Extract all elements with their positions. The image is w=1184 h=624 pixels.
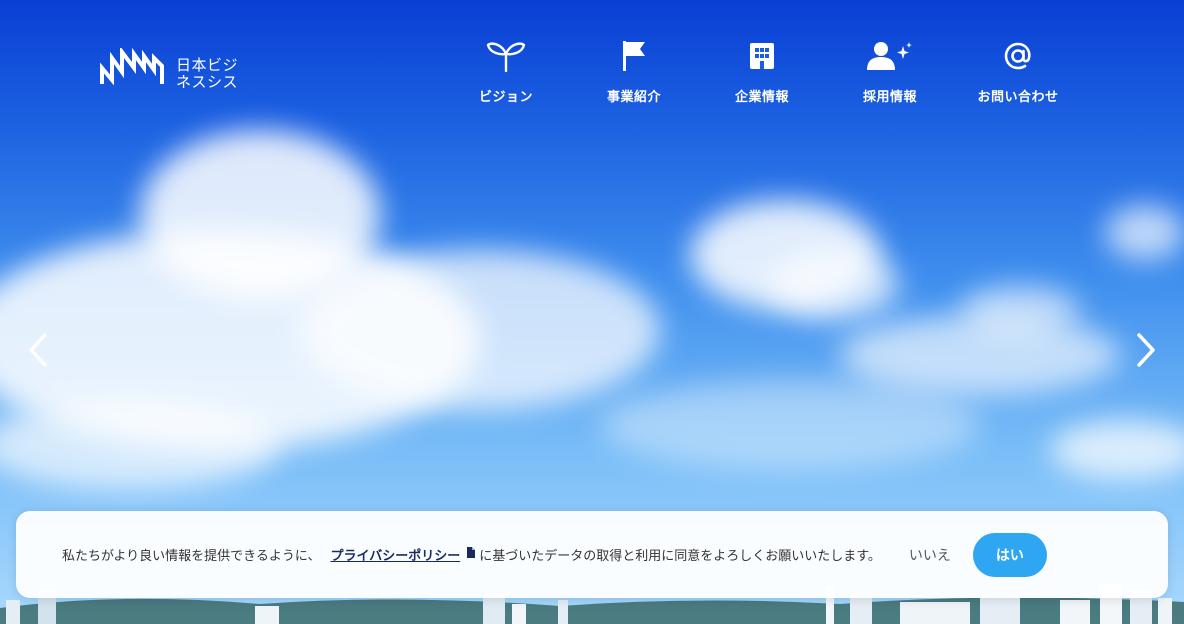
consent-message: 私たちがより良い情報を提供できるように、 プライバシーポリシー に基づいたデータ… <box>62 545 881 564</box>
cloud <box>600 380 980 470</box>
logo-text: 日本ビジネスシステムズ <box>176 57 239 91</box>
consent-text-after: に基づいたデータの取得と利用に同意をよろしくお願いいたします。 <box>479 549 881 564</box>
nav-item-contact[interactable]: お問い合わせ <box>954 38 1082 105</box>
hero-slider: 日本ビジネスシステムズ ビジョン 事業紹介 <box>0 0 1184 624</box>
nav-label-vision: ビジョン <box>478 90 533 105</box>
cloud <box>1105 205 1184 260</box>
cloud <box>140 130 380 300</box>
at-icon <box>1003 38 1033 74</box>
document-icon <box>466 547 476 562</box>
sprout-icon <box>486 38 526 74</box>
accept-button[interactable]: はい <box>972 532 1047 577</box>
carousel-next-button[interactable] <box>1126 330 1166 370</box>
nav-label-contact: お問い合わせ <box>977 90 1059 105</box>
cloud <box>300 250 660 410</box>
nav-item-company[interactable]: 企業情報 <box>698 38 826 105</box>
nav-item-vision[interactable]: ビジョン <box>442 38 570 105</box>
cloud <box>770 250 900 320</box>
user-sparkle-icon <box>867 38 913 74</box>
decline-button[interactable]: いいえ <box>909 545 951 565</box>
logo-mark-icon <box>100 48 164 86</box>
site-logo[interactable]: 日本ビジネスシステムズ <box>100 48 242 91</box>
cookie-consent-banner: 私たちがより良い情報を提供できるように、 プライバシーポリシー に基づいたデータ… <box>16 511 1168 598</box>
nav-label-business: 事業紹介 <box>606 90 661 105</box>
cloud <box>0 400 280 490</box>
flag-icon <box>621 38 647 74</box>
privacy-policy-link[interactable]: プライバシーポリシー <box>330 545 460 564</box>
building-icon <box>748 38 776 74</box>
cloud <box>1050 420 1184 480</box>
consent-text-before: 私たちがより良い情報を提供できるように、 <box>62 549 321 564</box>
chevron-left-icon <box>29 333 47 367</box>
carousel-prev-button[interactable] <box>18 330 58 370</box>
nav-item-business[interactable]: 事業紹介 <box>570 38 698 105</box>
nav-item-recruit[interactable]: 採用情報 <box>826 38 954 105</box>
chevron-right-icon <box>1137 333 1155 367</box>
cloud <box>960 285 1080 335</box>
nav-label-company: 企業情報 <box>734 90 789 105</box>
main-nav: ビジョン 事業紹介 企業情報 採用情報 お問い合わせ <box>442 38 1082 105</box>
nav-label-recruit: 採用情報 <box>862 90 917 105</box>
